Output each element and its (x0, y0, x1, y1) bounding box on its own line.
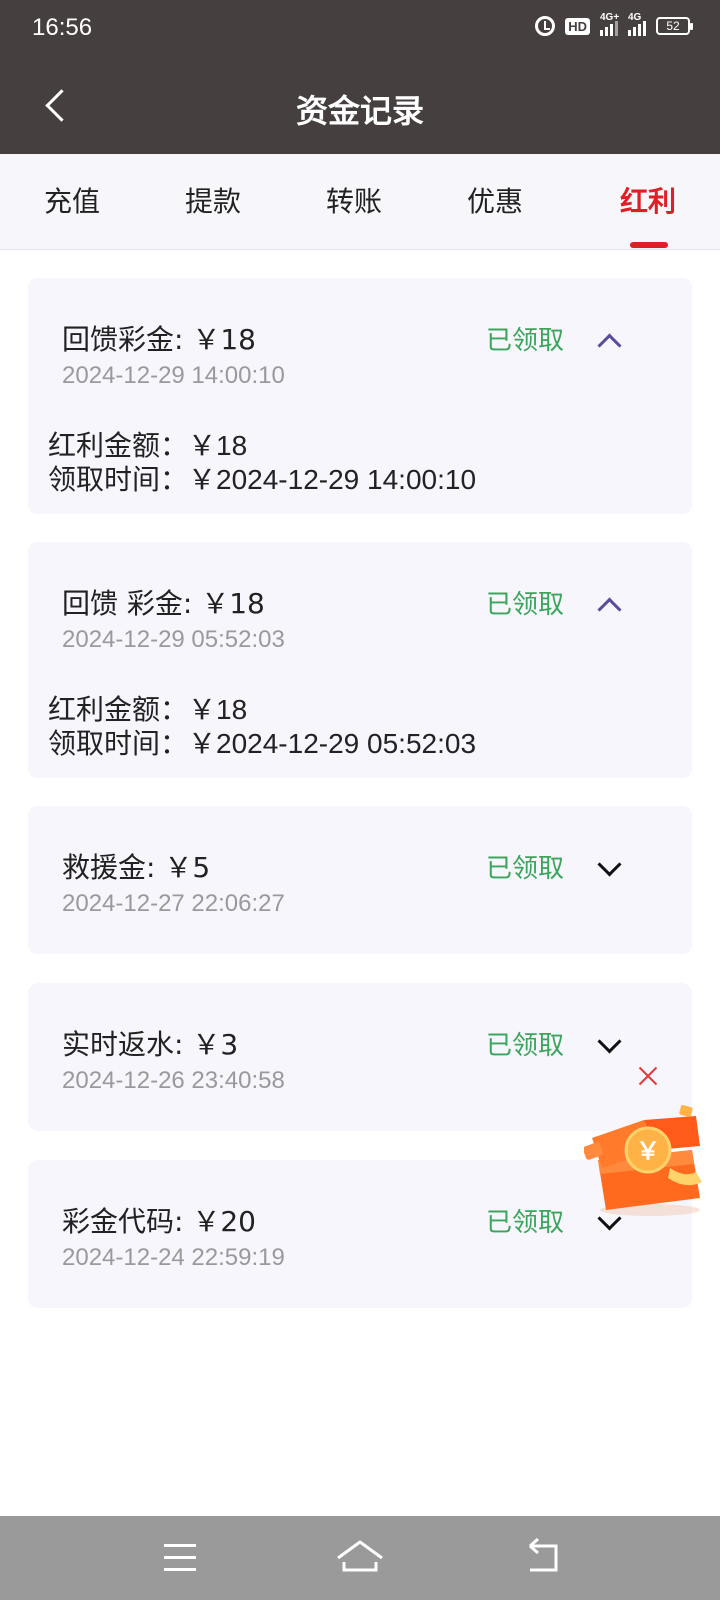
status-icons: HD 4G+ 4G 52 (535, 12, 693, 36)
active-tab-indicator (630, 242, 668, 248)
status-badge: 已领取 (486, 590, 565, 620)
home-icon[interactable] (330, 1532, 390, 1582)
claim-time-row: 领取时间：￥2024-12-29 14:00:10 (48, 458, 476, 498)
claim-time-value: ￥2024-12-29 05:52:03 (188, 728, 477, 759)
page-title: 资金记录 (295, 92, 424, 130)
record-card[interactable]: 救援金: ￥5 2024-12-27 22:06:27 已领取 (28, 806, 692, 954)
back-nav-icon[interactable] (520, 1532, 580, 1582)
alarm-icon (535, 16, 556, 36)
record-title: 实时返水: ￥3 (62, 1028, 239, 1061)
record-date: 2024-12-29 14:00:10 (62, 362, 285, 389)
clock: 16:56 (32, 14, 93, 41)
claim-time-label: 领取时间： (48, 463, 189, 496)
header-bar: 资金记录 (0, 56, 720, 154)
menu-icon[interactable] (150, 1532, 210, 1582)
chevron-down-icon[interactable] (594, 1031, 622, 1059)
record-date: 2024-12-24 22:59:19 (62, 1244, 285, 1271)
signal-4g-plus-icon: 4G+ (600, 12, 619, 36)
record-title: 回馈 彩金: ￥18 (62, 587, 265, 620)
status-badge: 已领取 (486, 1031, 565, 1061)
bonus-amount-value: ￥18 (188, 694, 248, 725)
record-date: 2024-12-27 22:06:27 (62, 890, 285, 917)
tab-bonus[interactable]: 红利 (576, 180, 720, 220)
claim-time-value: ￥2024-12-29 14:00:10 (188, 464, 477, 495)
close-icon[interactable] (636, 1064, 660, 1088)
battery-icon: 52 (656, 17, 693, 35)
system-nav-bar (0, 1516, 720, 1600)
record-date: 2024-12-26 23:40:58 (62, 1067, 285, 1094)
status-badge: 已领取 (486, 1208, 565, 1238)
record-title: 救援金: ￥5 (62, 851, 211, 884)
chevron-up-icon[interactable] (594, 326, 622, 354)
hd-icon: HD (565, 17, 590, 35)
claim-time-label: 领取时间： (48, 727, 189, 760)
chevron-up-icon[interactable] (594, 590, 622, 618)
record-card[interactable]: 回馈彩金: ￥18 2024-12-29 14:00:10 已领取 红利金额：￥… (28, 278, 692, 514)
chevron-down-icon[interactable] (594, 854, 622, 882)
tab-withdraw[interactable]: 提款 (141, 180, 285, 220)
status-bar: 16:56 HD 4G+ 4G 52 (0, 0, 720, 56)
record-title: 彩金代码: ￥20 (62, 1205, 256, 1238)
gift-box-icon[interactable]: ￥ (584, 1098, 714, 1218)
tab-promotion[interactable]: 优惠 (423, 180, 567, 220)
tab-transfer[interactable]: 转账 (282, 180, 426, 220)
claim-time-row: 领取时间：￥2024-12-29 05:52:03 (48, 722, 476, 762)
signal-4g-icon: 4G (628, 12, 646, 36)
record-title: 回馈彩金: ￥18 (62, 323, 256, 356)
bonus-amount-value: ￥18 (188, 430, 248, 461)
status-badge: 已领取 (486, 326, 565, 356)
record-card[interactable]: 回馈 彩金: ￥18 2024-12-29 05:52:03 已领取 红利金额：… (28, 542, 692, 778)
coin-symbol: ￥ (636, 1137, 660, 1165)
tab-bar: 充值 提款 转账 优惠 红利 (0, 154, 720, 250)
record-date: 2024-12-29 05:52:03 (62, 626, 285, 653)
tab-deposit[interactable]: 充值 (0, 180, 144, 220)
status-badge: 已领取 (486, 854, 565, 884)
